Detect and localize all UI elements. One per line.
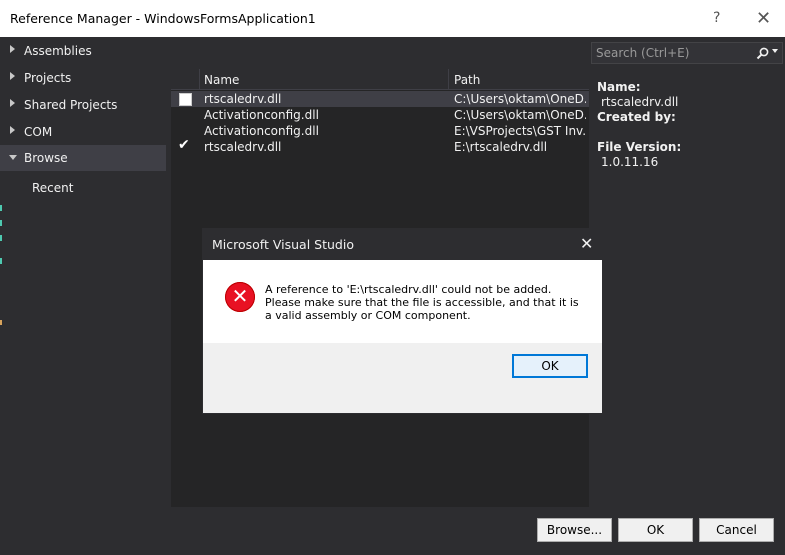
row-path: C:\Users\oktam\OneD...	[454, 108, 586, 122]
sidebar-item-browse[interactable]: Browse	[0, 145, 166, 171]
reference-checkbox[interactable]	[179, 93, 192, 106]
title-bar: Reference Manager - WindowsFormsApplicat…	[0, 0, 785, 37]
edge-marker-svg	[0, 205, 2, 325]
left-edge-markers	[0, 205, 2, 325]
help-button[interactable]: ?	[713, 10, 720, 26]
dialog-title-bar: Microsoft Visual Studio ✕	[203, 229, 602, 260]
details-version-value: 1.0.11.16	[601, 155, 659, 169]
column-divider[interactable]	[199, 69, 200, 89]
close-button[interactable]: ✕	[756, 8, 771, 29]
row-name: Activationconfig.dll	[204, 108, 319, 122]
search-options-dropdown-icon[interactable]	[772, 49, 778, 53]
sidebar: Assemblies Projects Shared Projects COM …	[0, 37, 170, 517]
sidebar-item-projects[interactable]: Projects	[0, 65, 166, 91]
error-icon: ✕	[225, 282, 255, 312]
column-header-path[interactable]: Path	[454, 73, 480, 87]
collapse-arrow-icon[interactable]	[9, 155, 17, 164]
expand-arrow-icon[interactable]	[10, 99, 15, 107]
expand-arrow-icon[interactable]	[10, 45, 15, 53]
search-placeholder: Search (Ctrl+E)	[596, 46, 690, 60]
row-name: rtscaledrv.dll	[204, 92, 282, 106]
footer: Browse... OK Cancel	[0, 508, 785, 555]
cancel-button[interactable]: Cancel	[699, 518, 774, 542]
table-row[interactable]: ✔ rtscaledrv.dll E:\rtscaledrv.dll	[171, 137, 589, 155]
expand-arrow-icon[interactable]	[10, 126, 15, 134]
sidebar-item-recent[interactable]: Recent	[0, 175, 166, 201]
list-header: Name Path	[171, 69, 589, 90]
dialog-body: ✕ A reference to 'E:\rtscaledrv.dll' cou…	[203, 260, 602, 343]
sidebar-item-assemblies[interactable]: Assemblies	[0, 38, 166, 64]
search-input[interactable]: Search (Ctrl+E)	[591, 42, 783, 64]
row-path: E:\rtscaledrv.dll	[454, 140, 548, 154]
error-dialog: Microsoft Visual Studio ✕ ✕ A reference …	[202, 228, 603, 414]
ok-button[interactable]: OK	[618, 518, 693, 542]
error-x-glyph: ✕	[231, 284, 249, 308]
dialog-close-button[interactable]: ✕	[580, 234, 593, 253]
expand-arrow-icon[interactable]	[10, 72, 15, 80]
table-row[interactable]: Activationconfig.dll C:\Users\oktam\OneD…	[171, 107, 589, 123]
browse-button[interactable]: Browse...	[537, 518, 612, 542]
search-icon[interactable]	[756, 44, 769, 65]
sidebar-item-com[interactable]: COM	[0, 119, 166, 145]
row-name: rtscaledrv.dll	[204, 140, 282, 154]
dialog-ok-button[interactable]: OK	[512, 354, 588, 378]
sidebar-item-label: Browse	[24, 151, 68, 165]
row-name: Activationconfig.dll	[204, 124, 319, 138]
details-version-label: File Version:	[597, 140, 682, 154]
table-row[interactable]: Activationconfig.dll E:\VSProjects\GST I…	[171, 123, 589, 139]
row-path: E:\VSProjects\GST Inv...	[454, 124, 586, 138]
sidebar-item-label: COM	[24, 125, 53, 139]
column-divider[interactable]	[448, 69, 449, 89]
dialog-message: A reference to 'E:\rtscaledrv.dll' could…	[265, 283, 579, 322]
sidebar-item-shared-projects[interactable]: Shared Projects	[0, 92, 166, 118]
sidebar-item-label: Recent	[32, 181, 74, 195]
row-path: C:\Users\oktam\OneD...	[454, 92, 586, 106]
checkmark-icon[interactable]: ✔	[178, 137, 190, 153]
dialog-title: Microsoft Visual Studio	[212, 237, 354, 252]
details-created-label: Created by:	[597, 110, 676, 124]
reference-manager-window: Reference Manager - WindowsFormsApplicat…	[0, 0, 785, 555]
table-row[interactable]: rtscaledrv.dll C:\Users\oktam\OneD...	[171, 91, 589, 107]
sidebar-item-label: Projects	[24, 71, 72, 85]
sidebar-item-label: Assemblies	[24, 44, 92, 58]
details-name-value: rtscaledrv.dll	[601, 95, 679, 109]
column-header-name[interactable]: Name	[204, 73, 239, 87]
window-title: Reference Manager - WindowsFormsApplicat…	[10, 11, 316, 26]
details-name-label: Name:	[597, 80, 641, 94]
sidebar-item-label: Shared Projects	[24, 98, 118, 112]
